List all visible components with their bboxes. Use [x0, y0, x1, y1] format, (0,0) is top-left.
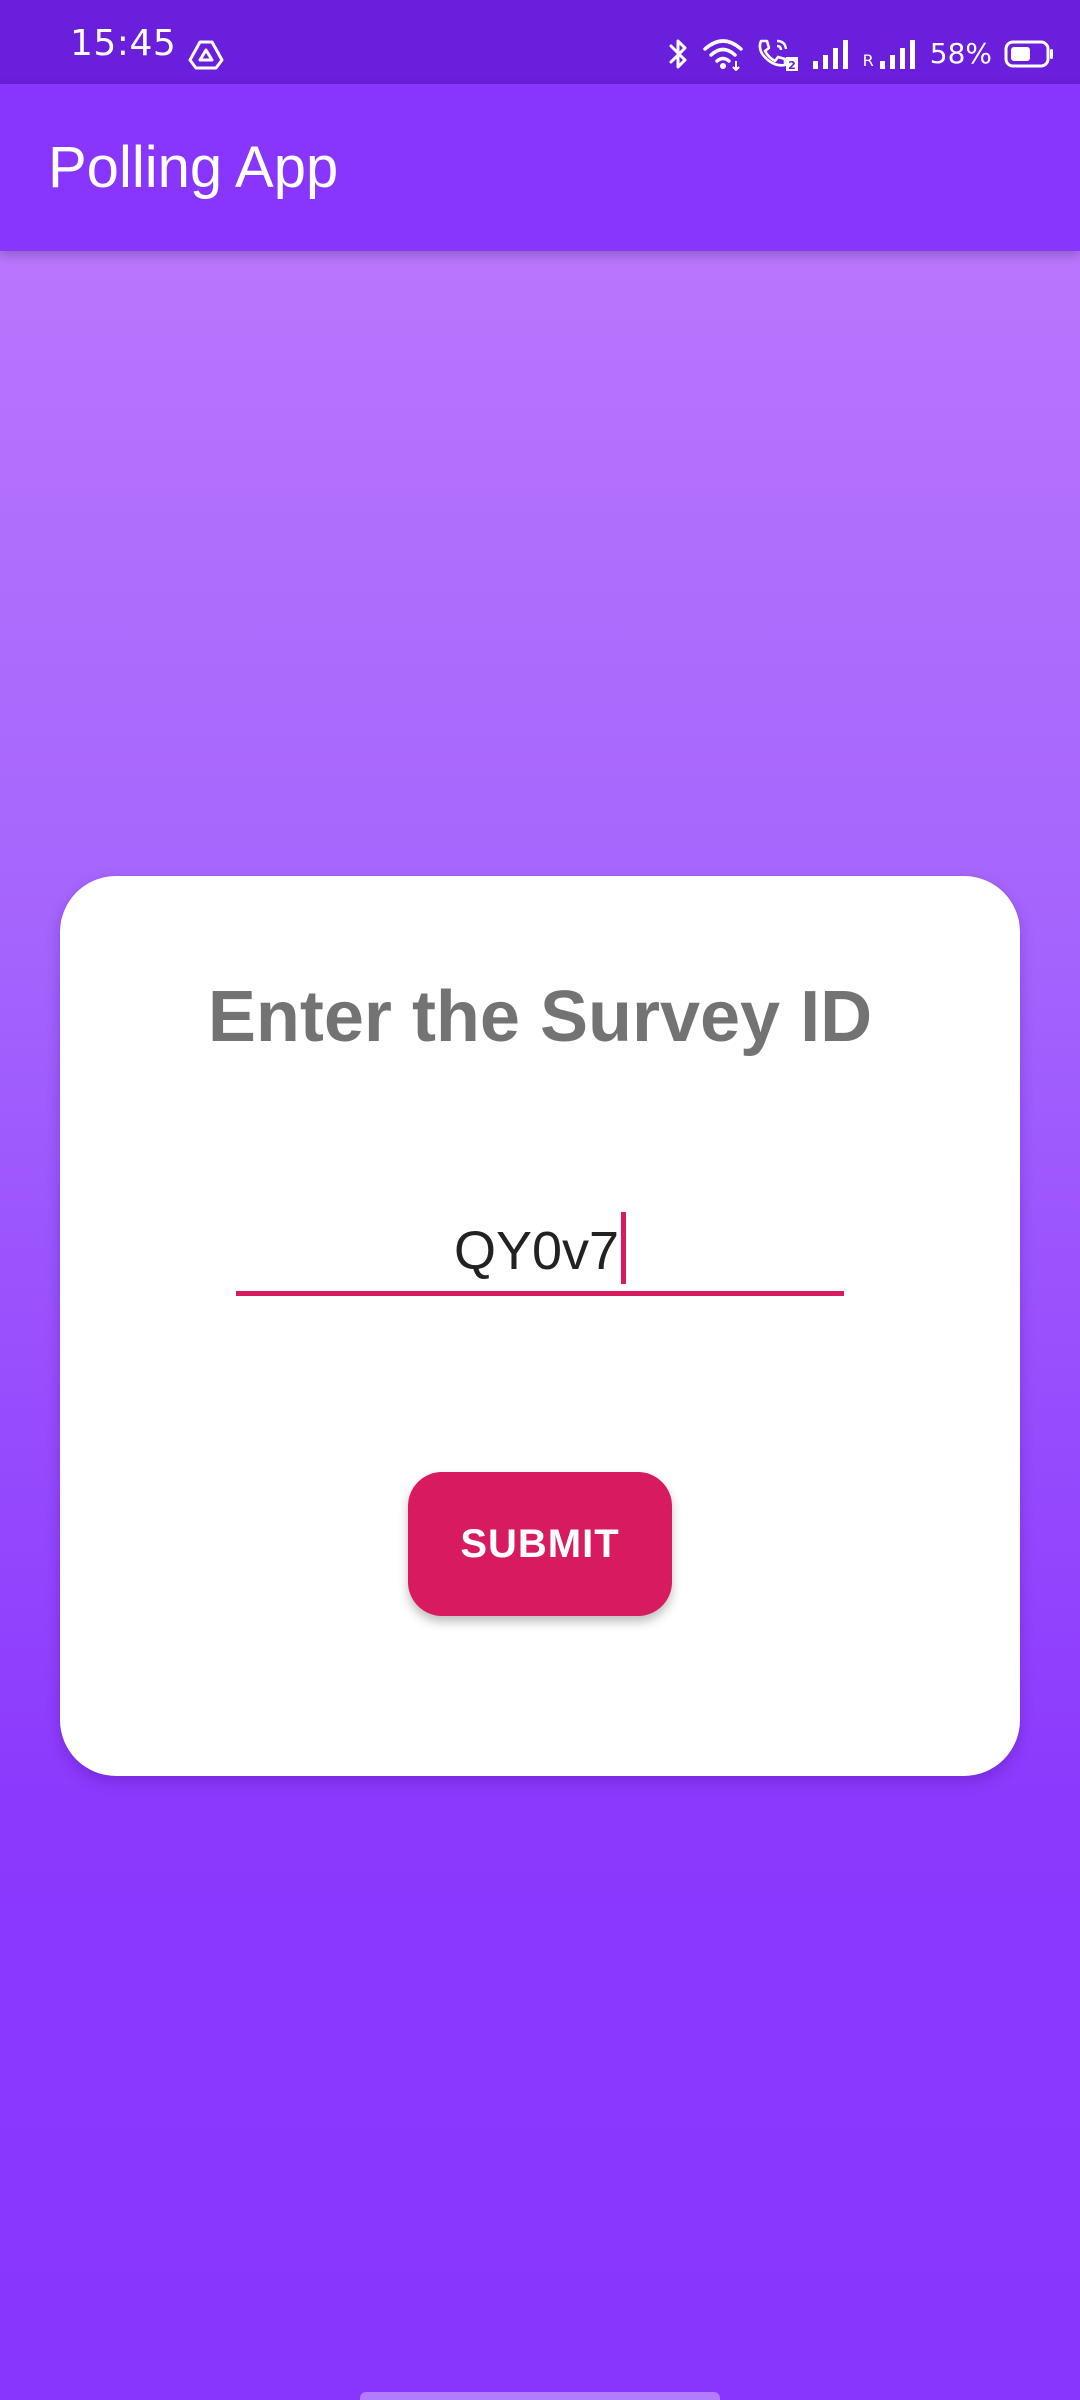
wifi-calling-icon: 2 [755, 37, 799, 71]
app-title: Polling App [48, 135, 339, 200]
roaming-indicator: R [862, 51, 874, 70]
status-bar: 15:45 2 R 58% [0, 0, 1080, 84]
status-time: 15:45 [70, 23, 177, 64]
drive-icon [188, 36, 224, 72]
text-cursor [621, 1212, 627, 1284]
gesture-navigation-bar[interactable] [360, 2392, 720, 2400]
signal-icon [811, 37, 851, 71]
submit-button[interactable]: SUBMIT [408, 1472, 672, 1616]
app-bar: Polling App [0, 84, 1080, 251]
bluetooth-icon [665, 37, 691, 71]
battery-percent: 58% [929, 37, 992, 70]
svg-text:2: 2 [788, 59, 796, 71]
survey-id-heading: Enter the Survey ID [207, 977, 873, 1057]
roaming-signal-icon [878, 37, 918, 71]
survey-id-value: QY0v7 [453, 1221, 620, 1281]
survey-id-card: Enter the Survey ID QY0v7 SUBMIT [60, 876, 1020, 1776]
survey-id-input[interactable]: QY0v7 [236, 1212, 844, 1296]
status-icons: 2 R 58% [665, 30, 1054, 78]
wifi-icon [702, 37, 743, 71]
battery-icon [1004, 39, 1054, 69]
